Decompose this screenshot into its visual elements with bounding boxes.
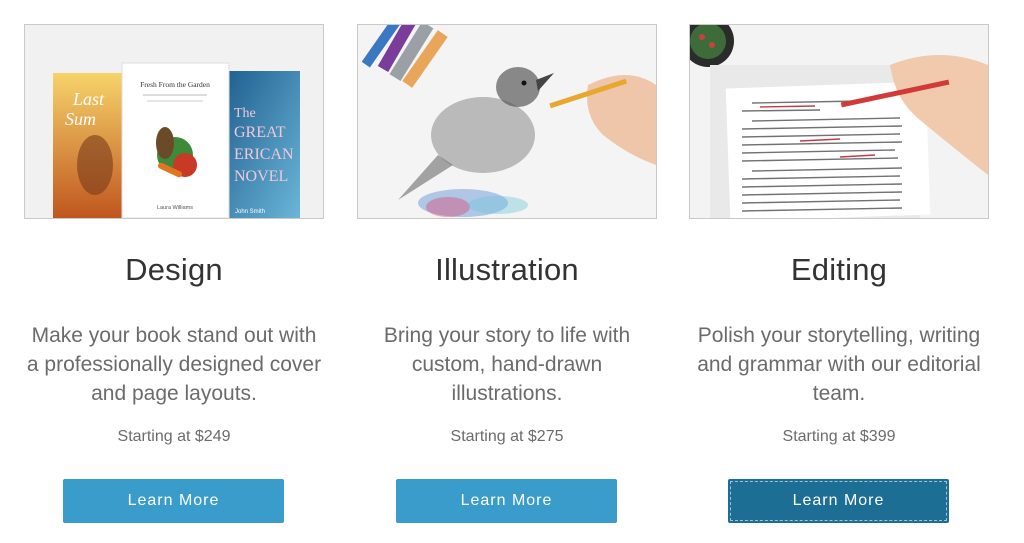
service-card-illustration: Illustration Bring your story to life wi… (357, 0, 657, 543)
learn-more-button-editing[interactable]: Learn More (728, 479, 949, 523)
learn-more-button-illustration[interactable]: Learn More (396, 479, 617, 523)
svg-text:Fresh From the Garden: Fresh From the Garden (140, 80, 210, 89)
svg-text:NOVEL: NOVEL (234, 168, 288, 185)
service-card-editing: Editing Polish your storytelling, writin… (689, 0, 989, 543)
learn-more-button-design[interactable]: Learn More (63, 479, 284, 523)
svg-text:Laura Williams: Laura Williams (157, 205, 193, 211)
svg-text:Last: Last (72, 89, 105, 109)
svg-text:GREAT: GREAT (234, 124, 286, 141)
svg-text:John Smith: John Smith (235, 209, 265, 215)
service-price-design: Starting at $249 (117, 428, 231, 445)
service-card-design: Last Sum The GREAT ERICAN NOVEL John Smi… (24, 0, 324, 543)
service-title-design: Design (125, 252, 223, 287)
service-description-editing: Polish your storytelling, writing and gr… (697, 324, 981, 405)
design-books-image: Last Sum The GREAT ERICAN NOVEL John Smi… (24, 24, 324, 219)
svg-text:Sum: Sum (65, 109, 96, 129)
svg-text:ERICAN: ERICAN (234, 146, 294, 163)
service-description-design: Make your book stand out with a professi… (26, 324, 322, 405)
service-description-illustration: Bring your story to life with custom, ha… (383, 324, 631, 405)
service-price-editing: Starting at $399 (782, 428, 896, 445)
service-title-editing: Editing (790, 252, 888, 287)
manuscript-edit-photo-icon (690, 25, 988, 218)
bird-sketch-photo-icon (358, 25, 656, 218)
services-row: Last Sum The GREAT ERICAN NOVEL John Smi… (0, 0, 1024, 543)
illustration-bird-image (357, 24, 657, 219)
svg-text:The: The (234, 106, 256, 121)
books-photo-icon: Last Sum The GREAT ERICAN NOVEL John Smi… (25, 25, 323, 218)
service-price-illustration: Starting at $275 (450, 428, 564, 445)
editing-manuscript-image (689, 24, 989, 219)
service-title-illustration: Illustration (435, 252, 579, 287)
